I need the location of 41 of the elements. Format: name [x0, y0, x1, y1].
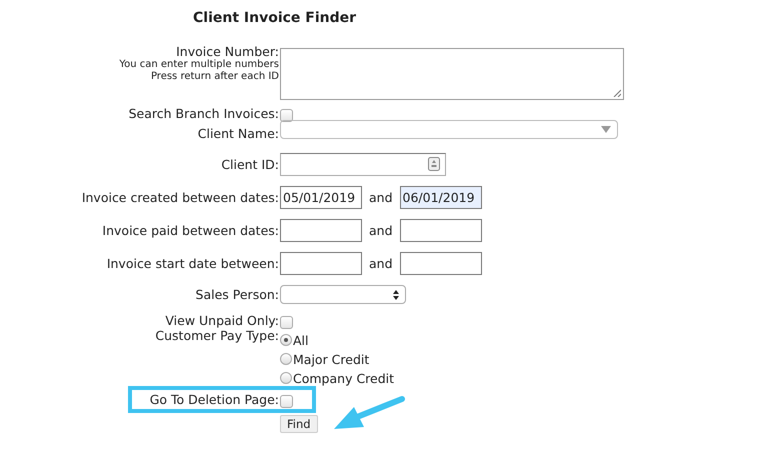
hint-text: Press return after each ID [150, 71, 279, 83]
client-name-dropdown[interactable] [280, 120, 618, 138]
find-button[interactable]: Find [280, 415, 318, 433]
field-label: Search Branch Invoices: [128, 106, 279, 121]
field-label: View Unpaid Only: [165, 313, 279, 328]
date-field[interactable] [400, 219, 482, 242]
field-label: Go To Deletion Page: [150, 392, 279, 407]
field-label: Invoice created between dates: [82, 190, 279, 205]
date-field[interactable]: 05/01/2019 [280, 186, 362, 209]
radio-label: Major Credit [293, 352, 370, 366]
radio-label: All [293, 332, 308, 348]
resize-grip-icon [613, 89, 621, 97]
date-field[interactable] [280, 219, 362, 242]
field-label: Client Name: [198, 126, 279, 140]
radio-button[interactable] [280, 353, 292, 365]
client-id-field[interactable] [280, 153, 446, 176]
field-label: Invoice Number: [176, 44, 279, 59]
contact-card-icon [428, 157, 440, 171]
radio-label: Company Credit [293, 370, 394, 386]
field-label: Sales Person: [196, 287, 279, 302]
checkbox[interactable] [280, 316, 293, 329]
and-label: and [369, 190, 393, 205]
and-label: and [369, 223, 393, 238]
date-field[interactable] [400, 252, 482, 275]
date-field[interactable]: 06/01/2019 [400, 186, 482, 209]
invoice-number-field[interactable] [280, 48, 624, 100]
radio-button[interactable] [280, 334, 292, 346]
dropdown-arrow-icon [601, 126, 611, 132]
field-label: Client ID: [221, 157, 279, 172]
date-field[interactable] [280, 252, 362, 275]
field-label: Invoice paid between dates: [102, 223, 279, 238]
and-label: and [369, 256, 393, 271]
field-label: Invoice start date between: [106, 256, 279, 271]
sales-person-dropdown[interactable] [280, 285, 406, 304]
radio-button[interactable] [280, 372, 292, 384]
hint-text: You can enter multiple numbers [119, 59, 279, 71]
updown-arrows-icon [393, 290, 399, 300]
field-label: Customer Pay Type: [155, 328, 279, 343]
checkbox[interactable] [280, 395, 293, 408]
form-title: Client Invoice Finder [193, 10, 356, 26]
checkbox[interactable] [280, 109, 293, 122]
